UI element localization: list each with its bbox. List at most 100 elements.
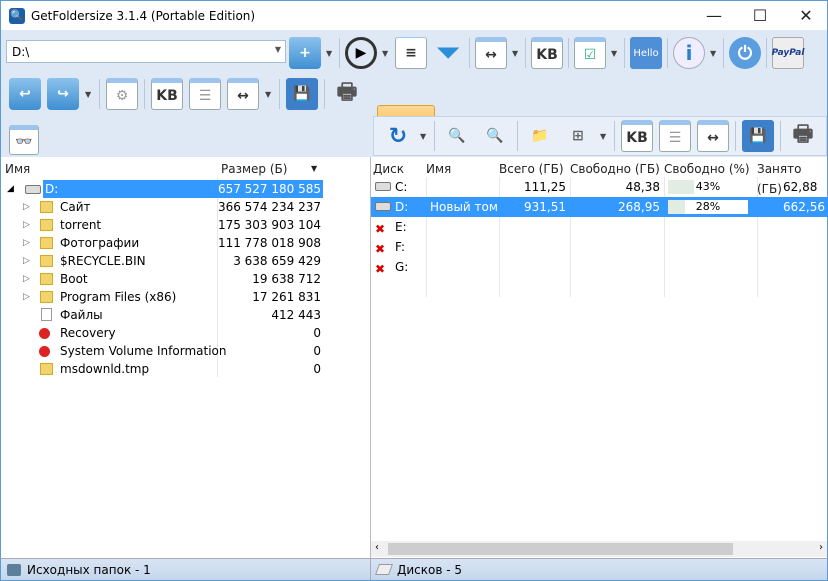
tree-item[interactable]: ▷ $RECYCLE.BIN 3 638 659 429 xyxy=(1,252,353,270)
dropdown-arrow-icon[interactable]: ▼ xyxy=(420,132,428,141)
drive-row[interactable]: ✖ E: xyxy=(371,217,828,237)
dropdown-arrow-icon[interactable]: ▼ xyxy=(85,90,93,99)
save-button[interactable]: 💾 xyxy=(742,120,774,152)
column-header[interactable]: Имя xyxy=(426,159,451,179)
dropdown-arrow-icon[interactable]: ▼ xyxy=(382,49,390,58)
tree-item[interactable]: msdownld.tmp 0 xyxy=(1,360,353,378)
add-folder-button[interactable]: + xyxy=(289,37,321,69)
maximize-button[interactable]: ☐ xyxy=(737,1,783,31)
expand-icon[interactable]: ▷ xyxy=(23,198,30,216)
drives-panel: Диск Имя Всего (ГБ) Свободно (ГБ) Свободно (… xyxy=(370,157,828,558)
column-settings-button[interactable]: ⚙ xyxy=(106,78,138,110)
tree-item[interactable]: ▷ Program Files (x86) 17 261 831 xyxy=(1,288,353,306)
info-button[interactable]: i xyxy=(673,37,705,69)
close-button[interactable]: ✕ xyxy=(783,1,828,31)
copy-report-button[interactable]: ≡ xyxy=(395,37,427,69)
power-button[interactable]: ⏻ xyxy=(729,37,761,69)
drive-row[interactable]: D: Новый том 931,51 268,95 28% 662,56 xyxy=(371,197,828,217)
dropdown-arrow-icon[interactable]: ▼ xyxy=(265,90,273,99)
add-network-drive-button[interactable]: ⊞ xyxy=(562,120,594,152)
dropdown-arrow-icon[interactable]: ▼ xyxy=(710,49,718,58)
scan-drive-button[interactable]: 🔍 xyxy=(441,120,473,152)
save-button[interactable]: 💾 xyxy=(286,78,318,110)
paypal-button[interactable]: PayPal xyxy=(772,37,804,69)
column-header[interactable]: Диск xyxy=(373,159,404,179)
dropdown-arrow-icon[interactable]: ▼ xyxy=(326,49,334,58)
drive-total: 111,25 xyxy=(524,180,566,194)
tree-item-name: torrent xyxy=(60,218,102,232)
title-bar: 🔍 GetFoldersize 3.1.4 (Portable Edition)… xyxy=(0,0,828,30)
refresh-button[interactable]: ↻ xyxy=(382,120,414,152)
dropdown-arrow-icon[interactable]: ▼ xyxy=(611,49,619,58)
print-button[interactable]: 🖶 xyxy=(787,120,819,152)
tree-root-item[interactable]: ◢ D: 657 527 180 585 xyxy=(1,180,353,198)
drive-row[interactable]: ✖ G: xyxy=(371,257,828,277)
file-icon xyxy=(41,308,52,321)
filter-button[interactable]: ⏷ xyxy=(432,36,464,69)
find-button[interactable]: 👓 xyxy=(9,125,39,155)
tree-item-name: Program Files (x86) xyxy=(60,290,177,304)
autosize-columns-button[interactable]: ↔ xyxy=(697,120,729,152)
horizontal-scrollbar[interactable]: ‹ › xyxy=(371,541,827,557)
drive-icon xyxy=(375,202,391,211)
drive-row[interactable]: C: 111,25 48,38 43% 62,88 xyxy=(371,177,828,197)
tree-item[interactable]: ▷ Фотографии 111 778 018 908 xyxy=(1,234,353,252)
columns-button[interactable]: ☰ xyxy=(659,120,691,152)
expand-icon[interactable]: ▷ xyxy=(23,270,30,288)
tree-item-name: Фотографии xyxy=(60,236,140,250)
folder-icon xyxy=(40,237,53,249)
tree-item[interactable]: System Volume Information 0 xyxy=(1,342,353,360)
checklist-button[interactable]: ☑ xyxy=(574,37,606,69)
path-value: D:\ xyxy=(12,45,30,59)
drive-row[interactable]: ✖ F: xyxy=(371,237,828,257)
drive-free: 268,95 xyxy=(618,200,660,214)
scrollbar-thumb[interactable] xyxy=(388,543,733,555)
scroll-left-icon[interactable]: ‹ xyxy=(375,542,379,553)
collapse-icon[interactable]: ◢ xyxy=(7,180,14,198)
columns-button[interactable]: ☰ xyxy=(189,78,221,110)
drive-unavailable-icon: ✖ xyxy=(375,242,386,256)
drive-icon xyxy=(375,182,391,191)
status-source-folders: Исходных папок - 1 xyxy=(27,563,151,577)
tree-item-size: 175 303 903 104 xyxy=(217,218,321,232)
forward-button[interactable]: ↪ xyxy=(47,78,79,110)
play-scan-button[interactable]: ▶ xyxy=(345,37,377,69)
minimize-button[interactable]: — xyxy=(691,1,737,31)
dropdown-arrow-icon[interactable]: ▼ xyxy=(512,49,520,58)
autosize-columns-button[interactable]: ↔ xyxy=(227,78,259,110)
column-width-button[interactable]: ↔ xyxy=(475,37,507,69)
column-header[interactable]: Занято (ГБ) xyxy=(757,159,827,196)
expand-icon[interactable]: ▷ xyxy=(23,252,30,270)
print-button[interactable]: 🖶 xyxy=(331,78,363,110)
path-combobox[interactable]: D:\ ▼ xyxy=(6,40,286,63)
tree-item[interactable]: ▷ Boot 19 638 712 xyxy=(1,270,353,288)
expand-icon[interactable]: ▷ xyxy=(23,216,30,234)
kb-units-button[interactable]: KB xyxy=(621,120,653,152)
toolbar: D:\ ▼ + ▼ ▶ ▼ ≡ ⏷ ↔ ▼ KB ☑ ▼ Hello i ▼ ⏻ PayPa… xyxy=(0,30,828,157)
tree-item-name: Файлы xyxy=(60,308,103,322)
column-header[interactable]: Свободно (%) xyxy=(664,159,750,179)
add-network-folder-button[interactable]: 📁 xyxy=(524,120,556,152)
free-percent-label: 43% xyxy=(695,180,721,193)
hello-button[interactable]: Hello xyxy=(630,37,662,69)
kb-units-button[interactable]: KB xyxy=(531,37,563,69)
expand-icon[interactable]: ▷ xyxy=(23,234,30,252)
drive-icon xyxy=(25,185,41,194)
expand-icon[interactable]: ▷ xyxy=(23,288,30,306)
back-button[interactable]: ↩ xyxy=(9,78,41,110)
column-header[interactable]: Свободно (ГБ) xyxy=(570,159,660,179)
tree-item[interactable]: Recovery 0 xyxy=(1,324,353,342)
tree-root-name: D: xyxy=(43,180,217,198)
tree-item-size: 0 xyxy=(313,344,321,358)
tree-item[interactable]: ▷ torrent 175 303 903 104 xyxy=(1,216,353,234)
kb-units-button[interactable]: KB xyxy=(151,78,183,110)
column-header-size[interactable]: Размер (Б) xyxy=(221,159,287,179)
column-header-name[interactable]: Имя xyxy=(5,159,30,179)
scan-all-drives-button[interactable]: 🔍 xyxy=(479,120,511,152)
folder-tree-panel: Имя Размер (Б) ▼ ◢ D: 657 527 180 585 ▷ С… xyxy=(0,157,370,558)
column-header[interactable]: Всего (ГБ) xyxy=(499,159,564,179)
tree-item[interactable]: ▷ Сайт 366 574 234 237 xyxy=(1,198,353,216)
scroll-right-icon[interactable]: › xyxy=(819,542,823,553)
tree-item[interactable]: Файлы 412 443 xyxy=(1,306,353,324)
dropdown-arrow-icon[interactable]: ▼ xyxy=(600,132,608,141)
